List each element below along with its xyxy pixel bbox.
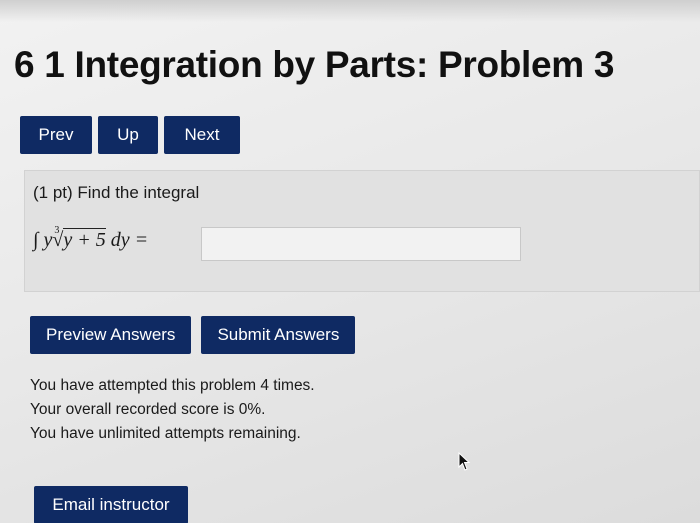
equals-sign: = [134, 229, 149, 251]
attempt-status: You have attempted this problem 4 times.… [30, 374, 315, 446]
email-instructor-button[interactable]: Email instructor [34, 486, 188, 523]
preview-answers-button[interactable]: Preview Answers [30, 316, 192, 354]
submit-answers-button[interactable]: Submit Answers [201, 316, 356, 354]
cube-root: 3 √ [52, 225, 64, 251]
problem-nav: Prev Up Next [20, 116, 240, 154]
mouse-cursor-icon [458, 452, 471, 471]
root-index: 3 [54, 225, 60, 236]
integral-expression: ∫ y 3 √y + 5 dy = [33, 225, 149, 252]
prev-button[interactable]: Prev [20, 116, 92, 154]
remaining-text: You have unlimited attempts remaining. [30, 425, 301, 442]
radicand: y + 5 [63, 228, 106, 251]
answer-actions: Preview Answers Submit Answers [30, 316, 356, 354]
integral-sign: ∫ [33, 229, 39, 251]
answer-input[interactable] [201, 227, 521, 261]
score-text: Your overall recorded score is 0%. [30, 401, 266, 418]
next-button[interactable]: Next [164, 116, 240, 154]
problem-statement: (1 pt) Find the integral [33, 183, 200, 202]
top-shadow [0, 0, 700, 22]
problem-box: (1 pt) Find the integral ∫ y 3 √y + 5 dy = [24, 170, 700, 292]
page-title: 6 1 Integration by Parts: Problem 3 [14, 44, 615, 85]
up-button[interactable]: Up [98, 116, 158, 154]
attempts-text: You have attempted this problem 4 times. [30, 377, 315, 394]
differential: dy [110, 229, 130, 251]
